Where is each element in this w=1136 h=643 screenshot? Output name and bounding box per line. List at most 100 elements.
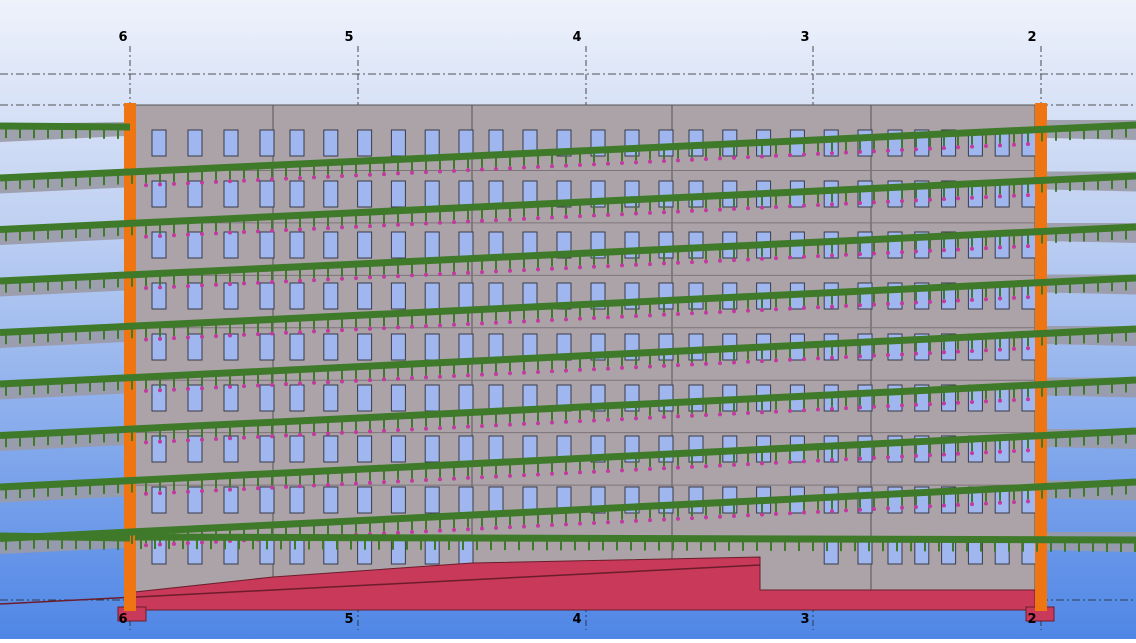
hanger-fixture [396, 171, 400, 176]
hanger-fixture [550, 369, 554, 374]
hanger-fixture [438, 272, 442, 277]
hanger-fixture [1026, 244, 1030, 249]
hanger-fixture [746, 308, 750, 313]
hanger-fixture [1026, 499, 1030, 504]
model-viewport[interactable]: 6 5 4 3 2 6 5 4 3 2 [0, 0, 1136, 639]
window [151, 129, 167, 157]
hanger-fixture [466, 527, 470, 532]
hanger-fixture [942, 401, 946, 406]
hanger-fixture [340, 430, 344, 435]
window [424, 486, 440, 514]
hanger-fixture [326, 277, 330, 282]
hanger-fixture [186, 541, 190, 546]
hanger-fixture [298, 484, 302, 489]
hanger-fixture [746, 359, 750, 364]
hanger-fixture [886, 199, 890, 204]
hanger-fixture [172, 541, 176, 546]
hanger-fixture [984, 246, 988, 251]
hanger-fixture [312, 483, 316, 488]
hanger-fixture [172, 387, 176, 392]
window [223, 282, 239, 310]
hanger-fixture [704, 208, 708, 213]
hanger-fixture [858, 303, 862, 308]
hanger-fixture [340, 482, 344, 487]
hanger-fixture [956, 145, 960, 150]
window [223, 231, 239, 259]
hanger-fixture [606, 161, 610, 166]
hanger-fixture [284, 382, 288, 387]
hanger-fixture [452, 322, 456, 327]
hanger-fixture [900, 454, 904, 459]
hanger-fixture [452, 527, 456, 532]
hanger-fixture [620, 263, 624, 268]
hanger-fixture [634, 160, 638, 165]
hanger-fixture [214, 179, 218, 184]
hanger-fixture [1026, 448, 1030, 453]
window [458, 537, 474, 565]
hanger-fixture [144, 543, 148, 548]
window [289, 486, 305, 514]
window [187, 180, 203, 208]
hanger-fixture [802, 305, 806, 310]
hanger-fixture [424, 529, 428, 534]
hanger-fixture [746, 410, 750, 415]
hanger-fixture [200, 489, 204, 494]
hanger-fixture [830, 457, 834, 462]
window [488, 333, 504, 361]
window [323, 333, 339, 361]
hanger-fixture [998, 194, 1002, 199]
hanger-fixture [900, 147, 904, 152]
hanger-fixture [284, 176, 288, 181]
hanger-fixture [340, 225, 344, 230]
window [390, 282, 406, 310]
hanger-fixture [900, 199, 904, 204]
hanger-fixture [592, 367, 596, 372]
hanger-fixture [396, 530, 400, 535]
hanger-fixture [676, 311, 680, 316]
hanger-fixture [872, 200, 876, 205]
hanger-fixture [144, 491, 148, 496]
hanger-fixture [368, 326, 372, 331]
hanger-fixture [564, 266, 568, 271]
window [424, 282, 440, 310]
hanger-fixture [284, 330, 288, 335]
hanger-fixture [396, 376, 400, 381]
hanger-fixture [760, 205, 764, 210]
hanger-fixture [676, 260, 680, 265]
hanger-fixture [228, 282, 232, 287]
hanger-fixture [186, 284, 190, 289]
hanger-fixture [914, 147, 918, 152]
hanger-fixture [186, 386, 190, 391]
hanger-fixture [956, 247, 960, 252]
hanger-fixture [396, 274, 400, 279]
hanger-fixture [396, 479, 400, 484]
hanger-fixture [424, 324, 428, 329]
hanger-fixture [172, 181, 176, 186]
window [223, 333, 239, 361]
hanger-fixture [508, 217, 512, 222]
hanger-fixture [746, 462, 750, 467]
hanger-fixture [452, 374, 456, 379]
hanger-fixture [536, 318, 540, 323]
hanger-fixture [508, 268, 512, 273]
hanger-fixture [830, 151, 834, 156]
hanger-fixture [578, 367, 582, 372]
hanger-fixture [200, 540, 204, 545]
hanger-fixture [578, 265, 582, 270]
hanger-fixture [928, 504, 932, 509]
window [357, 333, 373, 361]
hanger-fixture [998, 245, 1002, 250]
hanger-fixture [312, 175, 316, 180]
window [488, 435, 504, 463]
hanger-fixture [158, 233, 162, 238]
hanger-fixture [998, 500, 1002, 505]
hanger-fixture [228, 384, 232, 389]
hanger-fixture [718, 156, 722, 161]
hanger-fixture [900, 505, 904, 510]
hanger-fixture [396, 428, 400, 433]
hanger-fixture [200, 437, 204, 442]
hanger-fixture [466, 219, 470, 224]
window [357, 231, 373, 259]
hanger-fixture [956, 400, 960, 405]
hanger-fixture [480, 270, 484, 275]
